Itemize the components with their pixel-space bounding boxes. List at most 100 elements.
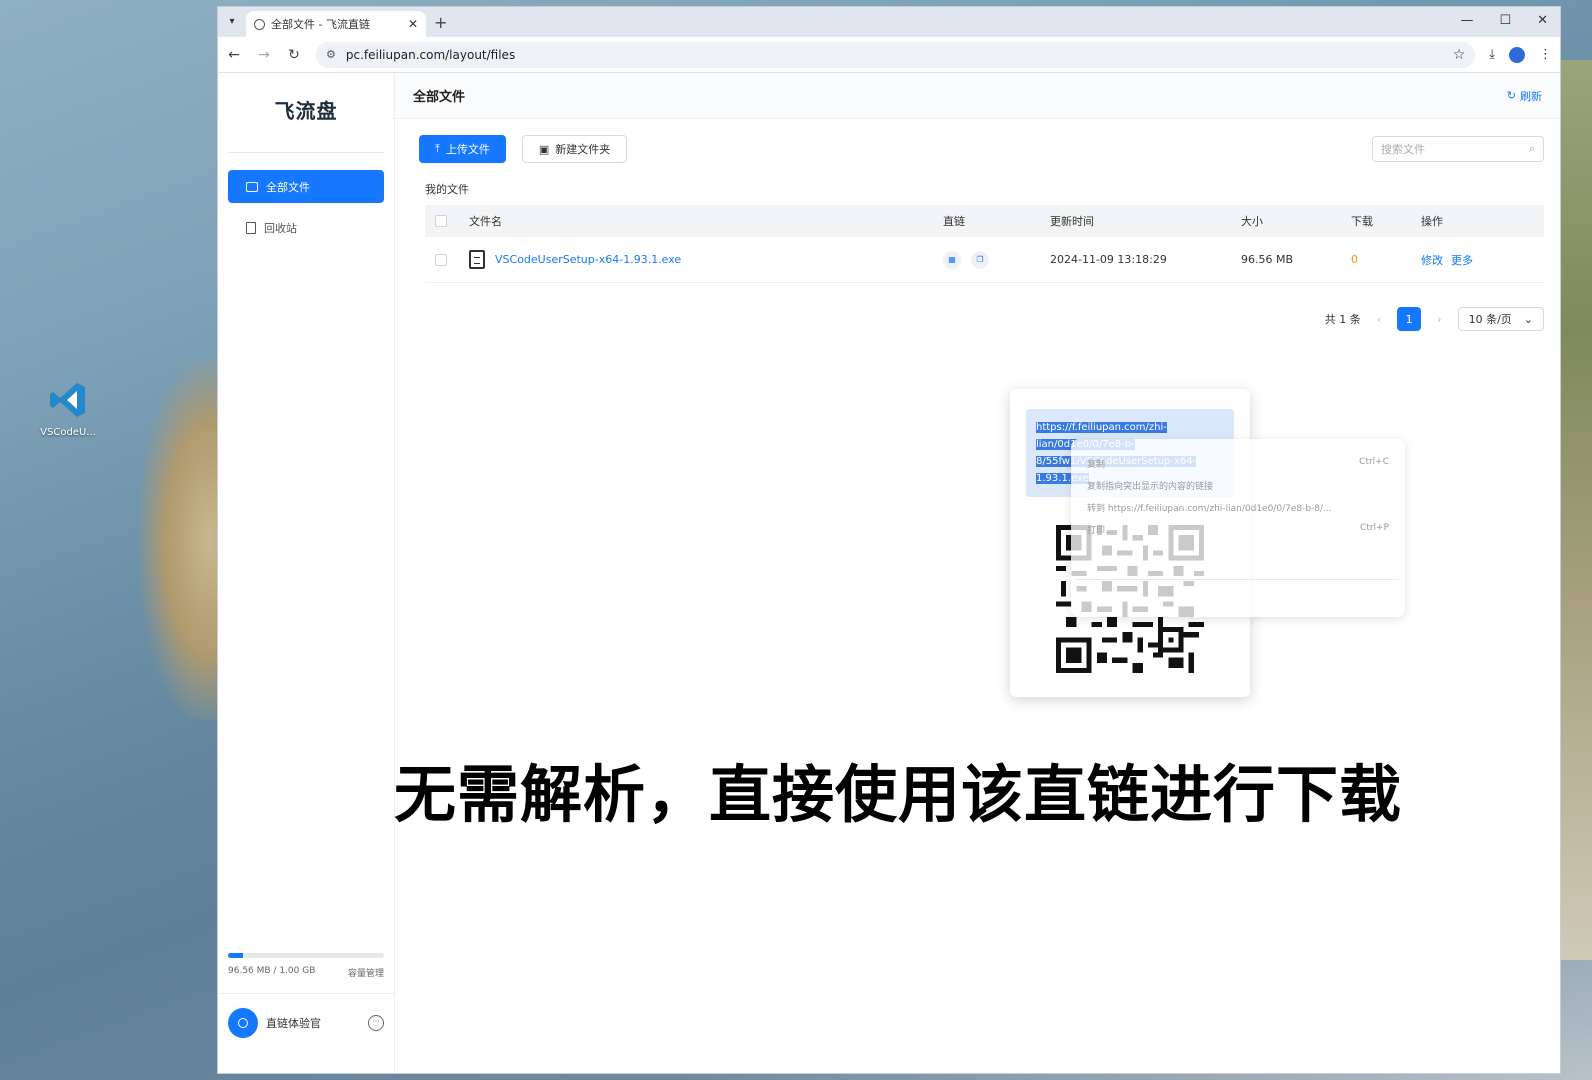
desktop-icon-label: VSCodeU... <box>40 427 96 438</box>
new-folder-label: 新建文件夹 <box>555 143 611 156</box>
download-icon[interactable]: ⤓ <box>1489 47 1495 62</box>
app-logo: 飞流盘 <box>274 99 338 123</box>
profile-icon[interactable] <box>1509 46 1525 63</box>
next-page-icon[interactable]: › <box>1437 313 1441 326</box>
storage-usage: 96.56 MB / 1.00 GB 容量管理 <box>228 953 384 979</box>
address-bar: ← → ↻ ⚙ pc.feiliupan.com/layout/files ☆ … <box>218 37 1560 73</box>
row-checkbox[interactable] <box>435 253 447 266</box>
storage-used-text: 96.56 MB / 1.00 GB <box>228 966 316 976</box>
browser-window: ▾ 全部文件 - 飞流直链 ✕ + — ☐ ✕ ← → ↻ ⚙ pc.feili… <box>217 6 1561 1074</box>
column-header-downloads: 下载 <box>1351 215 1373 228</box>
sidebar-item-label: 回收站 <box>264 221 297 235</box>
column-header-name: 文件名 <box>469 215 502 228</box>
folder-icon <box>246 181 258 192</box>
column-header-actions: 操作 <box>1421 215 1443 228</box>
url-line: https://f.feiliupan.com/zhi- <box>1036 422 1167 433</box>
file-size: 96.56 MB <box>1241 253 1294 266</box>
user-icon <box>238 1018 248 1028</box>
forward-button[interactable]: → <box>256 47 272 63</box>
context-menu: 复制 Ctrl+C 复制指向突出显示的内容的链接 转到 https://f.fe… <box>1071 439 1405 617</box>
column-header-updated: 更新时间 <box>1050 215 1094 228</box>
refresh-icon: ↻ <box>1506 89 1516 102</box>
app: 飞流盘 全部文件 回收站 96.56 MB / 1.00 GB 容量管理 直链体… <box>218 73 1560 1073</box>
back-button[interactable]: ← <box>226 47 242 63</box>
shortcut-label: Ctrl+P <box>1360 523 1389 533</box>
browser-tab[interactable]: 全部文件 - 飞流直链 ✕ <box>246 11 426 37</box>
column-header-link: 直链 <box>943 215 965 228</box>
tab-title: 全部文件 - 飞流直链 <box>271 18 370 31</box>
search-input[interactable]: 搜索文件 ⌕ <box>1372 136 1544 162</box>
sidebar-item-all-files[interactable]: 全部文件 <box>228 170 384 203</box>
column-header-size: 大小 <box>1241 215 1263 228</box>
reload-button[interactable]: ↻ <box>286 47 302 63</box>
download-count: 0 <box>1351 253 1358 266</box>
main-panel: 全部文件 ↻ 刷新 ⤒ 上传文件 ▣ 新建文件夹 搜索文件 ⌕ 我的文件 文件名… <box>395 73 1560 1073</box>
globe-icon <box>254 18 265 30</box>
shortcut-label: Ctrl+C <box>1359 457 1389 467</box>
refresh-button[interactable]: ↻ 刷新 <box>1507 88 1542 104</box>
close-window-button[interactable]: ✕ <box>1537 13 1548 28</box>
more-link[interactable]: 更多 <box>1451 252 1473 268</box>
avatar[interactable] <box>228 1008 258 1038</box>
url-field[interactable]: ⚙ pc.feiliupan.com/layout/files ☆ <box>316 41 1476 68</box>
minimize-button[interactable]: — <box>1460 13 1473 28</box>
user-panel: 直链体验官 ··· <box>218 993 394 1052</box>
upload-button[interactable]: ⤒ 上传文件 <box>419 135 506 163</box>
upload-icon: ⤒ <box>435 142 440 155</box>
updated-time: 2024-11-09 13:18:29 <box>1050 253 1167 266</box>
file-table: 文件名 直链 更新时间 大小 下载 操作 VSCodeUserSetup-x64… <box>425 205 1544 283</box>
window-controls: — ☐ ✕ <box>1460 13 1548 28</box>
storage-bar <box>228 953 384 958</box>
folder-plus-icon: ▣ <box>538 142 550 156</box>
sidebar: 飞流盘 全部文件 回收站 96.56 MB / 1.00 GB 容量管理 直链体… <box>218 73 395 1073</box>
sidebar-item-label: 全部文件 <box>266 180 310 194</box>
file-name-link[interactable]: VSCodeUserSetup-x64-1.93.1.exe <box>495 253 681 266</box>
page-header: 全部文件 ↻ 刷新 <box>395 73 1560 119</box>
context-menu-item[interactable]: 转到 https://f.feiliupan.com/zhi-lian/0d1e… <box>1087 501 1332 514</box>
upload-label: 上传文件 <box>445 143 490 156</box>
new-folder-button[interactable]: ▣ 新建文件夹 <box>521 135 628 163</box>
copy-icon[interactable]: ❐ <box>971 250 989 269</box>
pagination: 共 1 条 ‹ 1 › 10 条/页 ⌄ <box>1325 307 1544 331</box>
url-text: pc.feiliupan.com/layout/files <box>345 47 516 62</box>
content: ⤒ 上传文件 ▣ 新建文件夹 搜索文件 ⌕ 我的文件 文件名 直链 更新时间 大… <box>395 119 1560 1073</box>
context-menu-item[interactable]: 复制指向突出显示的内容的链接 <box>1087 479 1213 492</box>
current-page[interactable]: 1 <box>1397 307 1422 331</box>
table-header: 文件名 直链 更新时间 大小 下载 操作 <box>425 205 1544 237</box>
edit-link[interactable]: 修改 <box>1421 252 1443 268</box>
storage-bar-fill <box>228 953 243 958</box>
actions-cell: 修改 更多 <box>1421 252 1544 268</box>
breadcrumb: 我的文件 <box>425 183 469 196</box>
video-caption: 无需解析，直接使用该直链进行下载 <box>394 758 1403 831</box>
more-options-icon[interactable]: ··· <box>368 1015 384 1031</box>
trash-icon <box>246 221 256 234</box>
page-size-value: 10 条/页 <box>1468 313 1512 326</box>
page-size-select[interactable]: 10 条/页 ⌄ <box>1457 307 1544 331</box>
site-info-icon[interactable]: ⚙ <box>326 48 336 61</box>
bookmark-star-icon[interactable]: ☆ <box>1453 47 1466 63</box>
tab-bar: ▾ 全部文件 - 飞流直链 ✕ + — ☐ ✕ <box>218 7 1560 37</box>
table-row: VSCodeUserSetup-x64-1.93.1.exe ▦ ❐ 2024-… <box>425 237 1544 283</box>
chevron-down-icon: ⌄ <box>1523 312 1533 326</box>
desktop-vscode-shortcut[interactable]: VSCodeU... <box>40 380 96 438</box>
menu-divider <box>1077 579 1399 580</box>
user-name: 直链体验官 <box>266 1017 321 1030</box>
browser-menu-icon[interactable]: ⋮ <box>1539 47 1552 62</box>
new-tab-button[interactable]: + <box>434 13 447 32</box>
maximize-button[interactable]: ☐ <box>1499 13 1511 28</box>
prev-page-icon[interactable]: ‹ <box>1377 313 1381 326</box>
sidebar-item-recycle-bin[interactable]: 回收站 <box>228 211 384 244</box>
toolbar: ⤒ 上传文件 ▣ 新建文件夹 搜索文件 ⌕ <box>419 135 1544 163</box>
tab-search-button[interactable]: ▾ <box>224 12 240 32</box>
search-placeholder: 搜索文件 <box>1381 143 1425 156</box>
page-title: 全部文件 <box>413 90 466 105</box>
select-all-checkbox[interactable] <box>435 215 447 227</box>
capacity-manage-link[interactable]: 容量管理 <box>348 966 384 979</box>
search-icon[interactable]: ⌕ <box>1529 142 1535 156</box>
vscode-icon <box>50 383 85 417</box>
qrcode-icon[interactable]: ▦ <box>943 250 961 269</box>
close-tab-icon[interactable]: ✕ <box>408 17 418 31</box>
refresh-label: 刷新 <box>1520 89 1542 103</box>
context-menu-item[interactable]: 复制 <box>1087 457 1105 470</box>
context-menu-item[interactable]: 打印... <box>1087 523 1114 536</box>
